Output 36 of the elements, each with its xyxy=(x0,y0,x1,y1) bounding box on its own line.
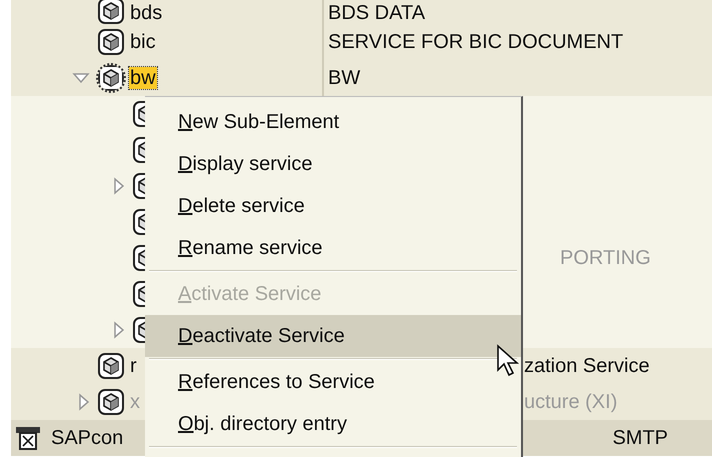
menu-item[interactable]: Deactivate Service xyxy=(145,315,521,357)
cube-icon xyxy=(98,65,124,91)
menu-item[interactable]: New Sub-Element xyxy=(145,101,521,143)
node-name[interactable]: SAPcon xyxy=(51,427,124,449)
node-name[interactable]: r xyxy=(129,355,138,377)
node-description: SMTP xyxy=(612,427,668,449)
cube-icon xyxy=(98,389,124,415)
cube-icon xyxy=(133,101,145,127)
menu-item[interactable]: References to Service xyxy=(145,361,521,403)
cube-icon xyxy=(133,173,145,199)
cube-icon xyxy=(133,245,145,271)
transport-icon xyxy=(15,425,41,451)
node-description: BDS DATA xyxy=(328,2,426,24)
node-description: PORTING xyxy=(560,247,651,269)
menu-item[interactable]: Delete service xyxy=(145,185,521,227)
node-description: SERVICE FOR BIC DOCUMENT xyxy=(328,31,624,53)
cube-icon xyxy=(133,281,145,307)
node-name[interactable]: bic xyxy=(129,31,157,53)
cube-icon xyxy=(98,0,124,24)
expand-arrow-icon[interactable] xyxy=(72,72,90,84)
node-name[interactable]: bw xyxy=(129,67,157,89)
cube-icon xyxy=(133,317,145,343)
collapse-arrow-icon[interactable] xyxy=(113,321,125,339)
node-name[interactable]: bds xyxy=(129,2,164,24)
node-description: BW xyxy=(328,67,360,89)
node-description: ucture (XI) xyxy=(524,391,618,413)
collapse-arrow-icon[interactable] xyxy=(78,393,90,411)
cube-icon xyxy=(98,29,124,55)
node-description: zation Service xyxy=(524,355,650,377)
menu-item[interactable]: Rename service xyxy=(145,227,521,269)
cube-icon xyxy=(133,209,145,235)
cube-icon xyxy=(133,137,145,163)
menu-item[interactable]: Obj. directory entry xyxy=(145,403,521,445)
cube-icon xyxy=(98,353,124,379)
menu-item[interactable]: Display service xyxy=(145,143,521,185)
collapse-arrow-icon[interactable] xyxy=(113,177,125,195)
